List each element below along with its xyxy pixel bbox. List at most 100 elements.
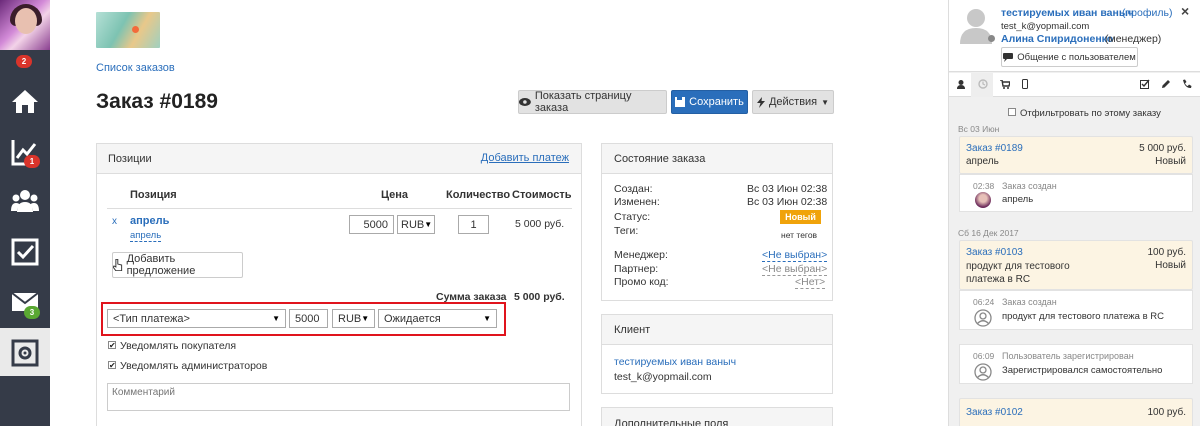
- profile-name-link[interactable]: тестируемых иван ваныч: [1001, 7, 1134, 19]
- created-value: Вс 03 Июн 02:38: [747, 183, 828, 195]
- actions-label: Действия: [768, 96, 818, 108]
- item-currency-select[interactable]: RUB ▼: [397, 215, 435, 234]
- feed-order-title[interactable]: Заказ #0189: [966, 143, 1023, 154]
- feed-event-time: 02:38: [973, 181, 995, 191]
- order-state-title: Состояние заказа: [614, 153, 706, 165]
- payment-currency-value: RUB: [338, 312, 362, 325]
- order-total-value: 5 000 руб.: [514, 291, 565, 303]
- promo-value-link[interactable]: <Нет>: [795, 276, 826, 289]
- manager-name-link[interactable]: Алина Спиридоненко: [1001, 33, 1113, 45]
- payment-currency-select[interactable]: RUB ▼: [332, 309, 375, 328]
- pencil-tab-icon[interactable]: [1161, 79, 1171, 89]
- chevron-down-icon: ▼: [424, 220, 433, 229]
- messages-nav-button[interactable]: 3: [0, 280, 50, 330]
- chevron-down-icon: ▼: [361, 314, 370, 323]
- feed-event-time: 06:09: [973, 351, 995, 361]
- save-label: Сохранить: [689, 96, 744, 108]
- partner-label: Партнер:: [614, 263, 659, 275]
- filter-order-checkbox[interactable]: [1008, 108, 1016, 116]
- orders-list-link[interactable]: Список заказов: [96, 62, 175, 74]
- feed-event-text: апрель: [1002, 194, 1034, 205]
- feed-order-card[interactable]: Заказ #0102 100 руб.: [959, 398, 1193, 426]
- feed-order-title[interactable]: Заказ #0102: [966, 407, 1023, 418]
- task-tab-icon[interactable]: [1140, 79, 1150, 89]
- settings-nav-button[interactable]: [0, 328, 50, 376]
- status-badge[interactable]: Новый: [780, 210, 821, 224]
- tags-value[interactable]: нет тегов: [781, 230, 817, 240]
- extra-fields-panel: Дополнительные поля: [601, 407, 833, 426]
- phone-tab-icon[interactable]: [1182, 79, 1192, 89]
- feed-order-desc: продукт для тестового платежа в RC: [966, 261, 1070, 285]
- feed-event-text: продукт для тестового платежа в RC: [1002, 311, 1164, 322]
- item-name-link[interactable]: апрель: [130, 215, 169, 227]
- column-header-cost: Стоимость: [512, 189, 572, 201]
- chevron-down-icon: ▼: [483, 314, 491, 323]
- chat-with-user-label: Общение с пользователем: [1017, 51, 1136, 63]
- payment-amount-input[interactable]: 5000: [289, 309, 328, 328]
- feed-event-title: Заказ создан: [1002, 181, 1057, 191]
- item-currency-value: RUB: [401, 218, 425, 231]
- user-tab-icon[interactable]: [957, 80, 965, 89]
- eye-icon: [519, 98, 531, 106]
- customer-sidebar: тестируемых иван ваныч (профиль) test_k@…: [948, 0, 1200, 426]
- save-button[interactable]: Сохранить: [671, 90, 748, 114]
- order-state-header: Состояние заказа: [602, 144, 832, 174]
- close-sidebar-icon[interactable]: ×: [1181, 3, 1189, 19]
- hand-pointer-icon: [113, 259, 123, 271]
- reports-nav-button[interactable]: 1: [0, 127, 50, 177]
- feed-event: 06:09 Пользователь зарегистрирован Зарег…: [959, 344, 1193, 384]
- feed-order-card[interactable]: Заказ #0103 100 руб. продукт для тестово…: [959, 240, 1193, 290]
- item-qty-input[interactable]: 1: [458, 215, 489, 234]
- manager-role: (менеджер): [1105, 33, 1162, 45]
- floppy-icon: [675, 97, 686, 107]
- cart-tab-icon[interactable]: [1000, 80, 1010, 89]
- notify-customer-checkbox[interactable]: ✔: [108, 341, 116, 350]
- profile-link[interactable]: (профиль): [1122, 7, 1172, 19]
- client-name-link[interactable]: тестируемых иван ваныч: [614, 356, 736, 368]
- notify-admins-label: Уведомлять администраторов: [120, 360, 268, 372]
- item-price-input[interactable]: 5000: [349, 215, 394, 234]
- item-cost: 5 000 руб.: [515, 218, 565, 230]
- feed-order-amount: 100 руб.: [1147, 247, 1186, 258]
- add-offer-button[interactable]: Добавить предложение: [112, 252, 243, 278]
- manager-value-link[interactable]: <Не выбран>: [762, 249, 828, 262]
- mobile-tab-icon[interactable]: [1022, 79, 1028, 89]
- customers-nav-button[interactable]: [0, 177, 50, 227]
- feed-event-time: 06:24: [973, 297, 995, 307]
- profile-email: test_k@yopmail.com: [1001, 21, 1090, 32]
- feed-event: 06:24 Заказ создан продукт для тестового…: [959, 290, 1193, 330]
- remove-item-button[interactable]: x: [112, 216, 117, 227]
- notify-admins-checkbox[interactable]: ✔: [108, 361, 116, 370]
- feed-order-card[interactable]: Заказ #0189 5 000 руб. апрель Новый: [959, 136, 1193, 174]
- feed-event-title: Пользователь зарегистрирован: [1002, 351, 1134, 361]
- partner-value-link[interactable]: <Не выбран>: [762, 263, 828, 276]
- show-order-page-button[interactable]: Показать страницу заказа: [518, 90, 667, 114]
- show-order-page-label: Показать страницу заказа: [534, 90, 632, 114]
- item-variant-link[interactable]: апрель: [130, 230, 162, 242]
- feed-event-title: Заказ создан: [1002, 297, 1057, 307]
- payment-type-select[interactable]: <Тип платежа> ▼: [107, 309, 286, 328]
- add-payment-link[interactable]: Добавить платеж: [481, 152, 569, 164]
- app: 2 1 3 Список заказов Заказ #0189 Показат…: [0, 0, 1200, 426]
- changed-value: Вс 03 Июн 02:38: [747, 196, 828, 208]
- changed-label: Изменен:: [614, 196, 660, 208]
- tasks-nav-button[interactable]: [0, 227, 50, 277]
- add-offer-label: Добавить предложение: [126, 253, 196, 277]
- tags-label: Теги:: [614, 225, 639, 237]
- client-title: Клиент: [614, 324, 651, 336]
- history-tab-icon[interactable]: [978, 79, 988, 89]
- client-header: Клиент: [602, 315, 832, 345]
- reports-badge: 1: [24, 155, 40, 168]
- comment-textarea[interactable]: [107, 383, 570, 411]
- home-nav-button[interactable]: [0, 77, 50, 127]
- actions-dropdown-button[interactable]: Действия ▼: [752, 90, 834, 114]
- chat-with-user-button[interactable]: Общение с пользователем: [1001, 47, 1138, 67]
- column-header-item: Позиция: [130, 189, 177, 201]
- feed-order-title[interactable]: Заказ #0103: [966, 247, 1023, 258]
- shop-logo: [96, 12, 160, 48]
- payment-type-value: <Тип платежа>: [113, 312, 190, 325]
- online-status-dot: [988, 35, 995, 42]
- user-avatar[interactable]: [0, 0, 50, 50]
- event-avatar: [975, 192, 991, 208]
- payment-status-select[interactable]: Ожидается ▼: [378, 309, 497, 328]
